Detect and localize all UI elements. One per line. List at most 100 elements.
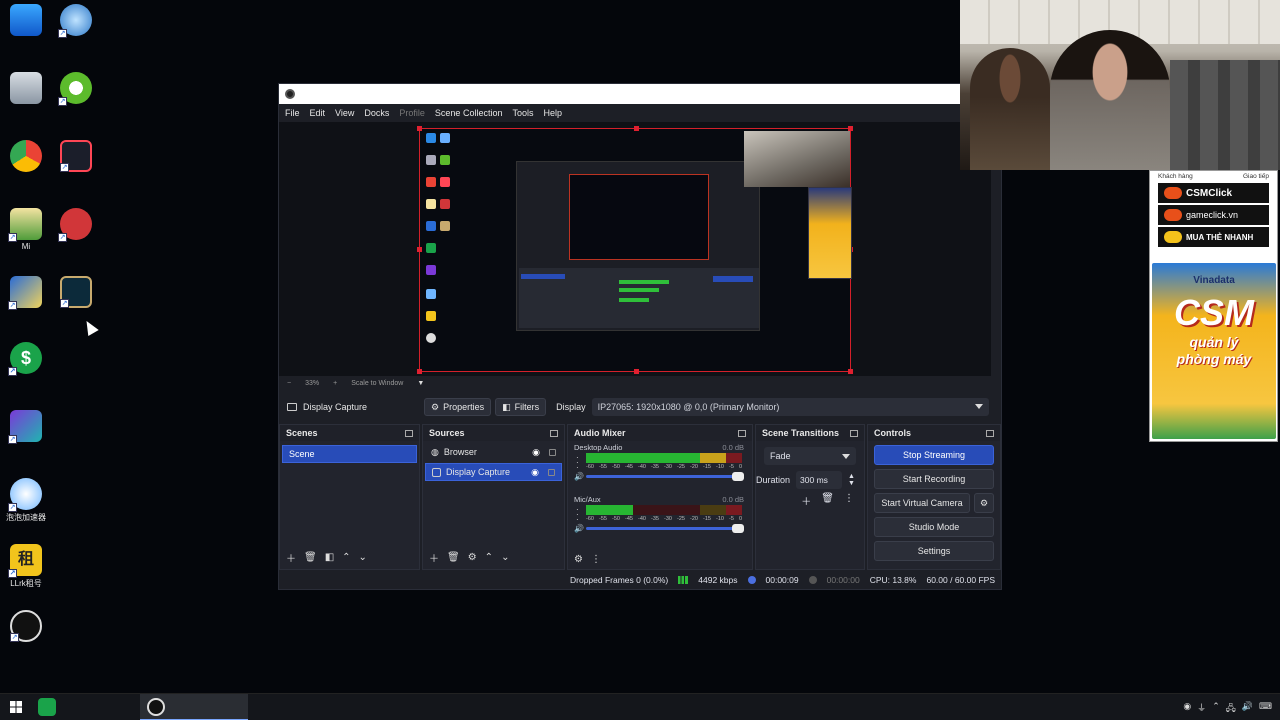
obs-titlebar[interactable]: — ☐ bbox=[279, 84, 1001, 104]
menu-docks[interactable]: Docks bbox=[364, 108, 389, 118]
settings-button[interactable]: Settings bbox=[874, 541, 994, 561]
undock-icon[interactable] bbox=[850, 429, 858, 437]
more-icon[interactable]: ⋮ bbox=[844, 493, 854, 508]
add-icon[interactable]: ＋ bbox=[429, 550, 439, 565]
obs-icon[interactable]: ↗ bbox=[6, 610, 46, 642]
more-icon[interactable]: ⋮ bbox=[591, 554, 601, 565]
speaker-icon[interactable]: 🔊 bbox=[574, 524, 584, 533]
windows-start-icon[interactable] bbox=[10, 701, 22, 713]
dollar-app-icon[interactable]: $ ↗ bbox=[6, 342, 46, 376]
menu-help[interactable]: Help bbox=[543, 108, 562, 118]
undock-icon[interactable] bbox=[738, 429, 746, 437]
chevron-up-icon[interactable]: ⌃ bbox=[342, 552, 350, 563]
menu-tools[interactable]: Tools bbox=[512, 108, 533, 118]
resize-handle[interactable] bbox=[417, 247, 422, 252]
menu-file[interactable]: File bbox=[285, 108, 300, 118]
rent-app-icon[interactable]: 租 ↗ LLrk租号 bbox=[6, 544, 46, 589]
gear-icon[interactable]: ⚙ bbox=[468, 552, 477, 563]
eye-icon[interactable]: ◉ bbox=[532, 447, 540, 458]
obs-tray-icon[interactable]: ◉ bbox=[1183, 701, 1191, 717]
league-icon[interactable]: ↗ bbox=[56, 276, 96, 308]
properties-button[interactable]: ⚙ Properties bbox=[424, 398, 492, 416]
green-app-icon[interactable]: ↗ bbox=[56, 72, 96, 106]
slider-knob[interactable] bbox=[732, 524, 744, 533]
trash-icon[interactable]: 🗑 bbox=[304, 552, 317, 563]
valorant-icon[interactable]: ↗ bbox=[56, 140, 96, 172]
usb-icon[interactable]: ⏚ bbox=[1197, 701, 1206, 717]
network-icon[interactable]: 🖧 bbox=[1226, 701, 1236, 717]
chevron-up-icon[interactable]: ⌃ bbox=[485, 552, 493, 563]
computer-icon[interactable] bbox=[6, 4, 46, 36]
lock-icon[interactable] bbox=[549, 448, 556, 456]
add-icon[interactable]: ＋ bbox=[801, 493, 811, 508]
ad-tab-contact[interactable]: Giao tiếp bbox=[1243, 173, 1269, 180]
more-icon[interactable]: · · · bbox=[576, 506, 579, 524]
ad-row-gameclick[interactable]: gameclick.vn bbox=[1158, 205, 1269, 225]
source-item-display-capture[interactable]: Display Capture ◉ bbox=[425, 463, 562, 481]
dollar-app-taskbar-icon[interactable] bbox=[38, 698, 56, 716]
cloud-app-icon[interactable]: ↗ 泡泡加速器 bbox=[6, 478, 46, 523]
recycle-bin-icon[interactable] bbox=[6, 72, 46, 104]
csm-logo-icon bbox=[1164, 187, 1182, 199]
resize-handle[interactable] bbox=[417, 369, 422, 374]
trash-icon[interactable]: 🗑 bbox=[447, 552, 460, 563]
volume-icon[interactable]: 🔊 bbox=[1242, 701, 1253, 717]
eye-icon[interactable]: ◉ bbox=[531, 467, 539, 478]
display-select[interactable]: IP27065: 1920x1080 @ 0,0 (Primary Monito… bbox=[591, 398, 989, 416]
kz-app-icon[interactable]: ↗ bbox=[6, 410, 46, 444]
chevron-down-icon[interactable]: ⌄ bbox=[501, 552, 509, 563]
transition-select[interactable]: Fade bbox=[764, 447, 856, 465]
zoom-out-icon[interactable]: − bbox=[287, 380, 291, 387]
advanced-audio-icon[interactable]: ⚙ bbox=[574, 554, 583, 565]
start-virtual-camera-button[interactable]: Start Virtual Camera bbox=[874, 493, 970, 513]
resize-handle[interactable] bbox=[634, 126, 639, 131]
more-icon[interactable]: · · · bbox=[576, 454, 579, 472]
menu-scene-collection[interactable]: Scene Collection bbox=[435, 108, 503, 118]
spinner-icon[interactable]: ▲ ▼ bbox=[848, 473, 855, 487]
zoom-in-icon[interactable]: + bbox=[333, 380, 337, 387]
network-icon[interactable]: ↗ bbox=[56, 4, 96, 38]
preview-area[interactable] bbox=[279, 122, 991, 376]
source-item-browser[interactable]: ◍ Browser ◉ bbox=[425, 443, 562, 461]
blue-app-icon[interactable]: ↗ bbox=[6, 276, 46, 310]
resize-handle[interactable] bbox=[634, 369, 639, 374]
menu-edit[interactable]: Edit bbox=[310, 108, 326, 118]
resize-handle[interactable] bbox=[417, 126, 422, 131]
studio-mode-button[interactable]: Studio Mode bbox=[874, 517, 994, 537]
volume-slider[interactable] bbox=[586, 524, 744, 533]
chrome-icon[interactable] bbox=[6, 140, 46, 172]
duration-input[interactable]: 300 ms bbox=[796, 471, 843, 489]
ad-row-mua-the[interactable]: MUA THẺ NHANH bbox=[1158, 227, 1269, 247]
menu-profile[interactable]: Profile bbox=[399, 108, 425, 118]
menu-view[interactable]: View bbox=[335, 108, 354, 118]
start-recording-button[interactable]: Start Recording bbox=[874, 469, 994, 489]
filter-icon[interactable]: ◧ bbox=[325, 552, 334, 563]
add-icon[interactable]: ＋ bbox=[286, 550, 296, 565]
obs-taskbar-icon[interactable] bbox=[147, 698, 165, 716]
riot-icon[interactable]: ↗ bbox=[56, 208, 96, 242]
ad-tab-customers[interactable]: Khách hàng bbox=[1158, 173, 1193, 180]
ad-banner[interactable]: Khách hàng Giao tiếp CSMClick gameclick.… bbox=[1149, 170, 1278, 442]
lock-icon[interactable] bbox=[548, 468, 555, 476]
chevron-up-icon[interactable]: ⌃ bbox=[1212, 701, 1220, 717]
ad-promo[interactable]: Vinadata CSM quản lý phòng máy bbox=[1152, 263, 1276, 439]
trash-icon[interactable]: 🗑 bbox=[821, 493, 834, 508]
scale-to-window-button[interactable]: Scale to Window bbox=[351, 380, 403, 387]
undock-icon[interactable] bbox=[986, 429, 994, 437]
scene-item[interactable]: Scene bbox=[282, 445, 417, 463]
zoom-dropdown-icon[interactable]: ▼ bbox=[417, 380, 424, 387]
chevron-down-icon[interactable]: ⌄ bbox=[359, 552, 367, 563]
ad-row-csmclick[interactable]: CSMClick bbox=[1158, 183, 1269, 203]
gear-icon[interactable]: ⚙ bbox=[974, 493, 994, 513]
filters-button[interactable]: ◧ Filters bbox=[495, 398, 547, 416]
volume-slider[interactable] bbox=[586, 472, 744, 481]
undock-icon[interactable] bbox=[550, 429, 558, 437]
document-icon[interactable]: ↗ Mi bbox=[6, 208, 46, 251]
slider-knob[interactable] bbox=[732, 472, 744, 481]
preview-canvas[interactable] bbox=[417, 126, 853, 374]
stop-streaming-button[interactable]: Stop Streaming bbox=[874, 445, 994, 465]
undock-icon[interactable] bbox=[405, 429, 413, 437]
resize-handle[interactable] bbox=[848, 369, 853, 374]
speaker-icon[interactable]: 🔊 bbox=[574, 472, 584, 481]
language-icon[interactable]: ⌨ bbox=[1259, 701, 1272, 717]
